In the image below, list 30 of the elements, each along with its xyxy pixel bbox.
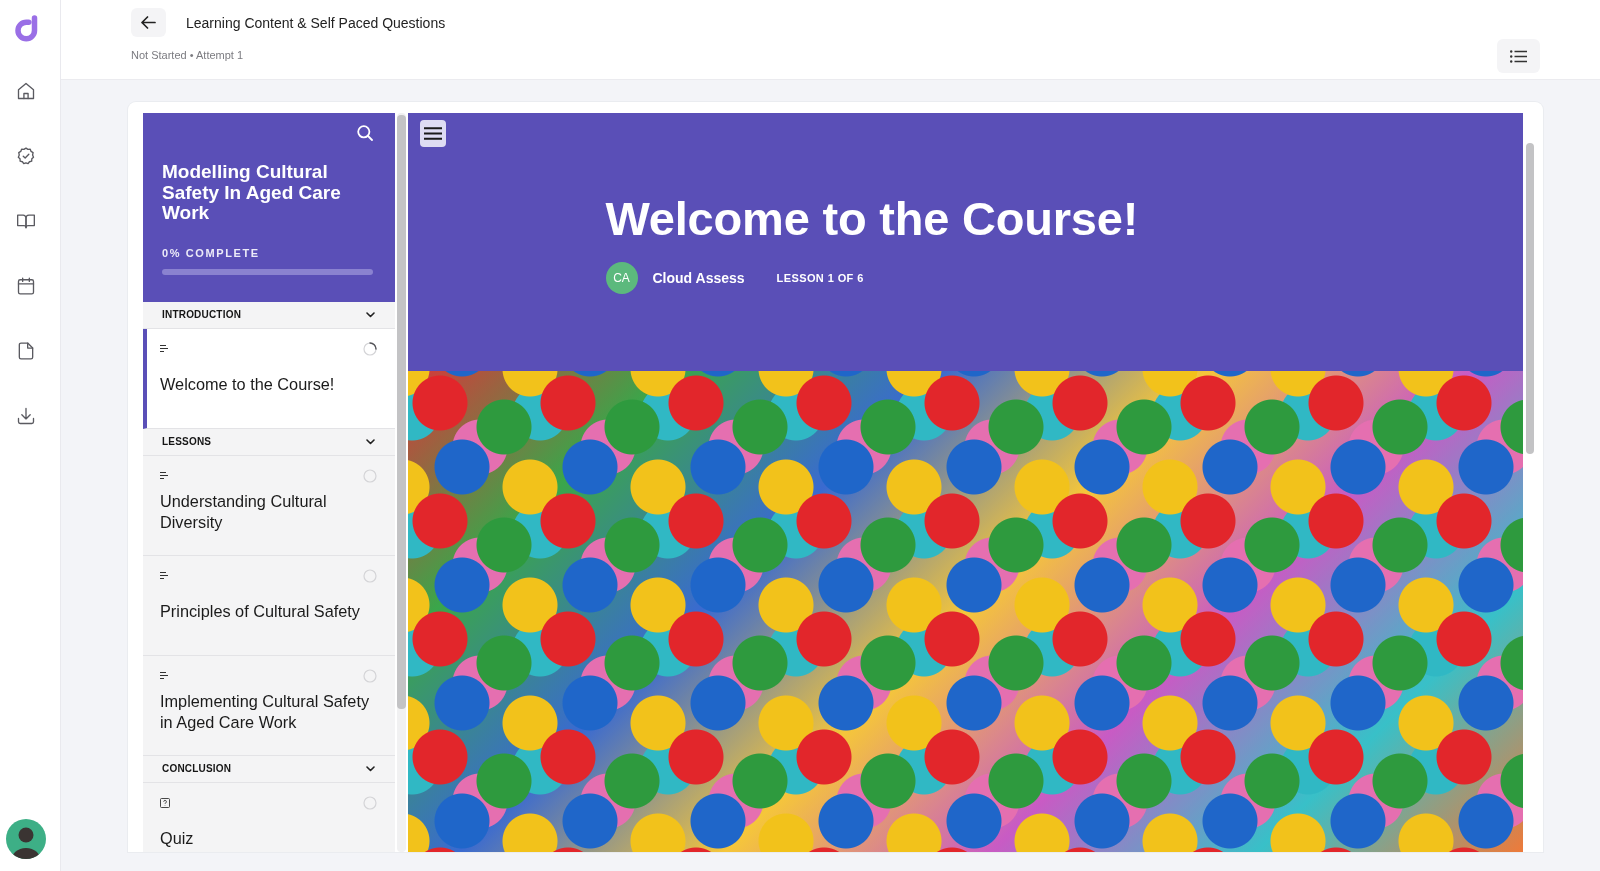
search-icon[interactable] [357, 125, 373, 141]
badge-check-icon[interactable] [16, 146, 36, 166]
file-icon[interactable] [16, 341, 36, 361]
menu-icon [424, 127, 442, 140]
course-title: Modelling Cultural Safety In Aged Care Work [162, 162, 342, 224]
download-icon[interactable] [16, 406, 36, 426]
scrollbar-thumb[interactable] [1526, 143, 1534, 454]
lesson-item[interactable]: Welcome to the Course! [143, 328, 395, 429]
back-button[interactable] [131, 8, 166, 37]
text-lines-icon [160, 472, 168, 479]
text-lines-icon [160, 345, 168, 352]
list-button[interactable] [1497, 39, 1540, 73]
home-icon[interactable] [16, 81, 36, 101]
attempt-status: Not Started • Attempt 1 [131, 48, 244, 62]
page-title: Learning Content & Self Paced Questions [186, 13, 446, 32]
menu-button[interactable] [420, 120, 446, 147]
question-box-icon [160, 797, 170, 808]
progress-label: 0% COMPLETE [162, 245, 261, 260]
logo-icon [13, 14, 39, 43]
text-lines-icon [160, 572, 168, 579]
scrollbar-thumb[interactable] [397, 115, 406, 709]
author-name: Cloud Assess [652, 270, 745, 286]
lesson-title: Welcome to the Course! [605, 191, 1139, 247]
list-icon [1510, 49, 1527, 63]
calendar-icon[interactable] [16, 276, 36, 296]
user-avatar[interactable] [6, 819, 46, 859]
lesson-position: LESSON 1 OF 6 [776, 272, 864, 284]
text-lines-icon [160, 672, 168, 679]
author-avatar: CA [605, 262, 638, 294]
arrow-left-icon [141, 16, 156, 29]
